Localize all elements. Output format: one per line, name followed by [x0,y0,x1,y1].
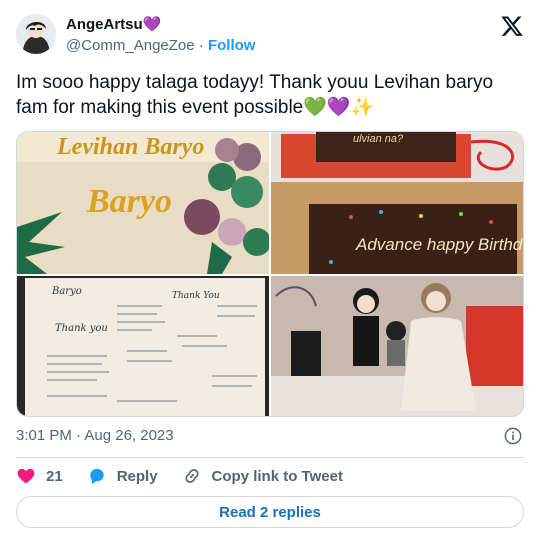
copy-link-label: Copy link to Tweet [211,467,343,485]
reply-label: Reply [116,467,158,485]
photo-1-baryo-text: Baryo [86,183,172,220]
tweet-card: AngeArtsu💜 @Comm_AngeZoe · Follow Im soo… [0,0,540,543]
read-replies-button[interactable]: Read 2 replies [16,496,524,528]
timestamp[interactable]: 3:01 PM · Aug 26, 2023 [16,427,174,444]
photo-3-image: Baryo Thank you Thank You [17,276,269,416]
tweet-meta: 3:01 PM · Aug 26, 2023 [16,425,524,447]
tweet-text: Im sooo happy talaga todayy! Thank youu … [16,72,494,118]
photo-3[interactable]: Baryo Thank you Thank You [17,276,269,416]
reply-button[interactable]: Reply [87,466,158,486]
photo-3-scribble-2: Thank You [172,291,220,301]
follow-button[interactable]: Follow [208,37,256,54]
photo-4-image [271,276,523,416]
divider [16,457,524,458]
display-name-text: AngeArtsu [66,16,143,33]
avatar-image [16,14,56,54]
photo-4[interactable] [271,276,523,416]
separator-dot: · [198,37,204,54]
handle-line: @Comm_AngeZoe · Follow [66,36,255,56]
photo-2[interactable]: ulvian na? Advance happy Birthday [271,132,524,274]
info-icon[interactable] [504,427,522,445]
purple-heart-emoji: 💜 [142,16,162,33]
photo-1-levihan-text: Levihan Baryo [56,134,204,160]
heart-icon [17,468,35,484]
author-names: AngeArtsu💜 @Comm_AngeZoe · Follow [66,15,255,56]
avatar[interactable] [16,14,56,54]
photo-grid: Levihan Baryo Baryo ulvian na? Advance h… [16,131,524,417]
handle[interactable]: @Comm_AngeZoe [66,37,195,54]
action-bar: 21 Reply Copy link to Tweet [16,464,524,488]
x-logo-icon[interactable] [500,14,524,38]
photo-2-image: ulvian na? Advance happy Birthday [271,132,524,274]
copy-link-button[interactable]: Copy link to Tweet [182,466,343,486]
photo-1[interactable]: Levihan Baryo Baryo [17,132,269,274]
photo-2-top-cake-text: ulvian na? [353,133,404,145]
photo-2-cake-text: Advance happy Birthday [355,235,524,254]
like-count: 21 [46,467,63,485]
reply-icon [90,468,104,485]
link-icon [185,469,199,483]
photo-1-image: Levihan Baryo Baryo [17,132,269,274]
like-button[interactable]: 21 [16,466,63,486]
tweet-header: AngeArtsu💜 @Comm_AngeZoe · Follow [16,12,524,64]
display-name[interactable]: AngeArtsu💜 [66,15,255,34]
photo-3-scribble-1: Baryo [51,286,82,297]
photo-3-thank-you: Thank you [55,323,108,334]
